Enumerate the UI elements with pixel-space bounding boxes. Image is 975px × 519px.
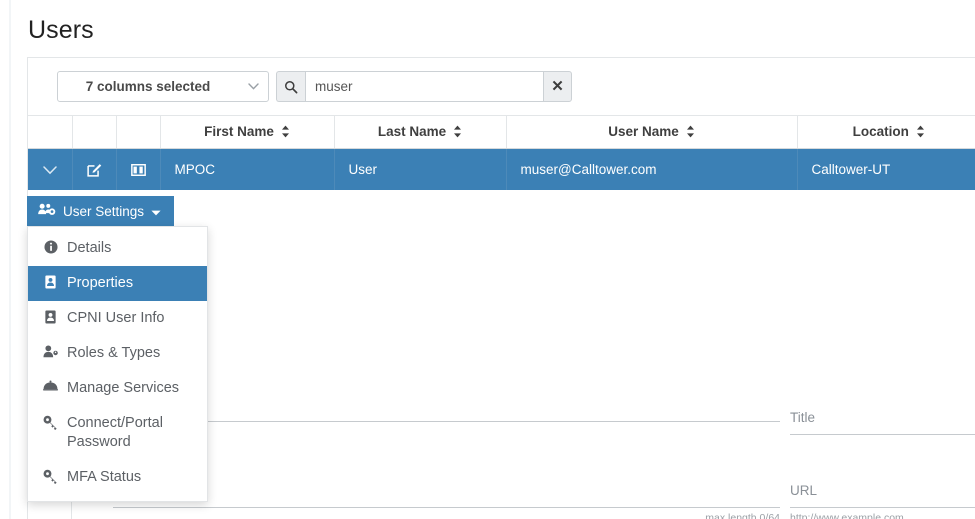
table-row[interactable]: MPOC User muser@Calltower.com Calltower-… (28, 148, 975, 190)
field-url-label: URL (790, 483, 818, 498)
th-last-name-label: Last Name (377, 124, 447, 140)
field-title: Title (790, 410, 975, 435)
left-gutter-accent (9, 0, 11, 519)
key-icon (42, 468, 59, 484)
cell-first-name: MPOC (160, 148, 335, 190)
menu-item-connect-portal-password-label: Connect/Portal Password (67, 415, 163, 450)
field-blank (113, 412, 780, 422)
field-department: Department max length 0/64 (113, 483, 780, 519)
user-settings-button-label: User Settings (63, 203, 145, 219)
concierge-bell-icon (42, 379, 59, 391)
menu-item-mfa-status-label: MFA Status (67, 469, 142, 485)
menu-item-manage-services-label: Manage Services (67, 380, 180, 396)
sort-icon (453, 125, 462, 138)
row-columns-icon[interactable] (116, 148, 161, 190)
field-title-label: Title (790, 410, 816, 425)
users-grid: First Name Last Name User Name Location … (28, 116, 975, 190)
th-user-name[interactable]: User Name (506, 116, 798, 149)
menu-item-properties[interactable]: Properties (28, 266, 207, 301)
key-icon (42, 414, 59, 430)
field-blank-underline[interactable] (113, 421, 780, 422)
menu-item-roles-types[interactable]: Roles & Types (28, 336, 207, 371)
left-gutter-rail (0, 0, 11, 519)
th-location[interactable]: Location (797, 116, 975, 149)
user-tag-icon (42, 344, 59, 358)
sort-icon (281, 125, 290, 138)
menu-item-details[interactable]: Details (28, 231, 207, 266)
th-location-label: Location (852, 124, 909, 140)
th-first-name-label: First Name (204, 124, 274, 140)
menu-item-cpni-user-info[interactable]: CPNI User Info (28, 301, 207, 336)
th-edit (72, 116, 117, 149)
th-expand (28, 116, 73, 149)
search-icon[interactable] (276, 71, 305, 102)
user-settings-menu: Details Properties CPNI User Info Roles … (27, 226, 208, 502)
menu-item-mfa-status[interactable]: MFA Status (28, 460, 207, 495)
row-edit-icon[interactable] (72, 148, 117, 190)
users-page: Users Properties Department max length 0… (0, 0, 975, 519)
users-table: First Name Last Name User Name Location … (28, 116, 975, 190)
th-user-name-label: User Name (608, 124, 679, 140)
th-first-name[interactable]: First Name (160, 116, 335, 149)
field-url: URL http://www.example.com www.exam (790, 483, 975, 519)
field-url-hints: http://www.example.com www.exam (790, 512, 975, 519)
chevron-down-icon (248, 83, 259, 90)
th-columns (116, 116, 161, 149)
page-title: Users (28, 16, 94, 44)
menu-item-cpni-user-info-label: CPNI User Info (67, 310, 165, 326)
sort-icon (916, 125, 925, 138)
user-settings-button[interactable]: User Settings (27, 196, 175, 226)
field-url-hint-left: http://www.example.com (790, 512, 904, 519)
grid-toolbar: 7 columns selected ✕ (28, 58, 975, 116)
caret-down-icon (151, 204, 161, 219)
field-department-hints: max length 0/64 (113, 512, 780, 519)
field-department-label: Department (113, 483, 780, 498)
clear-search-icon[interactable]: ✕ (543, 71, 572, 102)
columns-selector[interactable]: 7 columns selected (57, 71, 269, 102)
menu-item-connect-portal-password[interactable]: Connect/Portal Password (28, 406, 207, 460)
field-department-hint-right: max length 0/64 (705, 512, 780, 519)
sort-icon (686, 125, 695, 138)
id-card-icon (42, 309, 59, 324)
th-last-name[interactable]: Last Name (334, 116, 507, 149)
field-department-underline[interactable] (113, 507, 780, 508)
id-card-icon (42, 274, 59, 289)
cell-last-name: User (334, 148, 507, 190)
menu-item-properties-label: Properties (67, 275, 134, 291)
columns-selector-label: 7 columns selected (85, 79, 211, 94)
field-url-underline[interactable] (790, 507, 975, 508)
row-expand-toggle[interactable] (28, 148, 73, 190)
info-icon (42, 239, 59, 254)
table-header-row: First Name Last Name User Name Location (28, 116, 975, 149)
menu-item-manage-services[interactable]: Manage Services (28, 371, 207, 406)
field-title-underline[interactable] (790, 434, 975, 435)
cell-location: Calltower-UT (797, 148, 975, 190)
users-cog-icon (38, 203, 56, 219)
cell-user-name: muser@Calltower.com (506, 148, 798, 190)
menu-item-details-label: Details (67, 240, 112, 256)
search-input[interactable] (305, 71, 543, 102)
search-group: ✕ (276, 71, 572, 102)
menu-item-roles-types-label: Roles & Types (67, 345, 161, 361)
